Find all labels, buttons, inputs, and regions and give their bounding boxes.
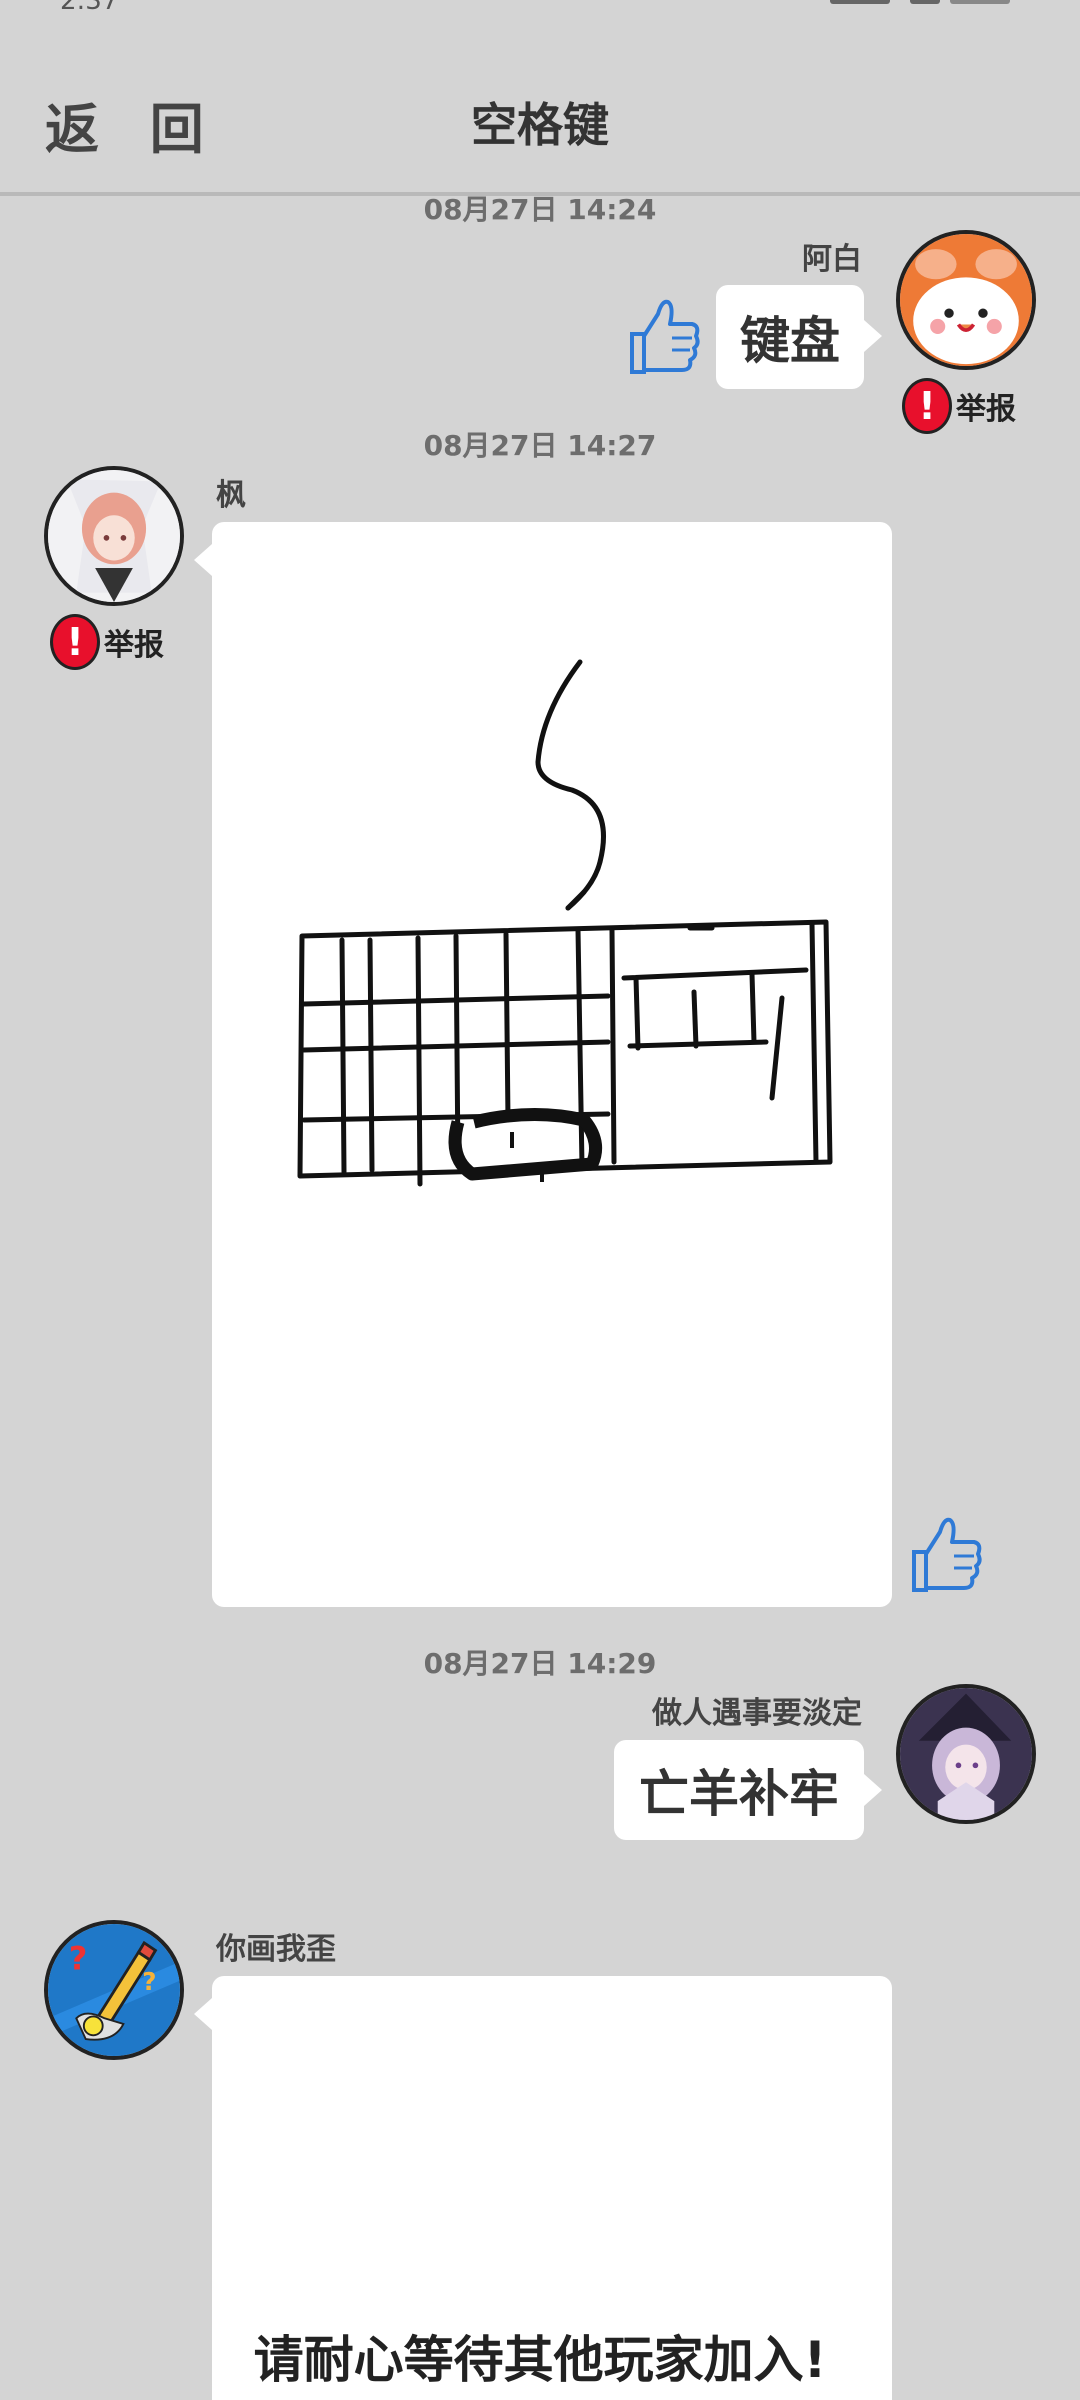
like-icon[interactable] <box>622 294 702 380</box>
username: 做人遇事要淡定 <box>652 1696 862 1731</box>
avatar[interactable] <box>44 466 184 606</box>
report-label: 举报 <box>956 392 1016 427</box>
username: 阿白 <box>802 242 862 277</box>
bubble-tail <box>864 1774 882 1806</box>
report-button[interactable]: ! 举报 <box>50 612 164 672</box>
wifi-icon <box>910 0 940 4</box>
timestamp: 08月27日 14:29 <box>423 1647 657 1680</box>
avatar[interactable] <box>896 230 1036 370</box>
page-title: 空格键 <box>471 98 609 152</box>
message-bubble: 键盘 <box>716 285 864 389</box>
waiting-message: 请耐心等待其他玩家加入! <box>253 2331 827 2389</box>
bubble-tail <box>194 1998 212 2030</box>
avatar-pencil-icon: ? ? <box>48 1924 180 2056</box>
status-time: 2:37 <box>60 0 119 16</box>
username: 枫 <box>216 478 246 513</box>
drawing-bubble <box>212 522 892 1607</box>
username: 你画我歪 <box>216 1932 336 1967</box>
avatar[interactable] <box>896 1684 1036 1824</box>
drawing-canvas <box>297 659 833 1187</box>
bubble-tail <box>864 320 882 352</box>
timestamp: 08月27日 14:27 <box>423 429 657 462</box>
like-icon[interactable] <box>904 1512 984 1598</box>
app-header: 返 回 空格键 <box>0 45 1080 195</box>
bubble-tail <box>194 544 212 576</box>
svg-text:?: ? <box>142 1967 156 1996</box>
message-bubble: 亡羊补牢 <box>614 1740 864 1840</box>
avatar-witch-image <box>900 1688 1032 1820</box>
avatar-anime-girl-image <box>48 470 180 602</box>
avatar[interactable]: ? ? <box>44 1920 184 2060</box>
avatar-bunny-image <box>900 234 1032 366</box>
status-bar: 2:37 <box>0 0 1080 16</box>
report-icon: ! <box>50 614 100 670</box>
battery-icon <box>950 0 1010 4</box>
timestamp: 08月27日 14:24 <box>423 193 657 226</box>
svg-text:?: ? <box>69 1939 88 1977</box>
chat-screen: 2:37 返 回 空格键 08月27日 14:24 阿白 ! 举报 键盘 08月… <box>0 0 1080 2400</box>
signal-icon <box>830 0 890 4</box>
report-label: 举报 <box>104 628 164 663</box>
status-icons <box>790 0 1010 10</box>
